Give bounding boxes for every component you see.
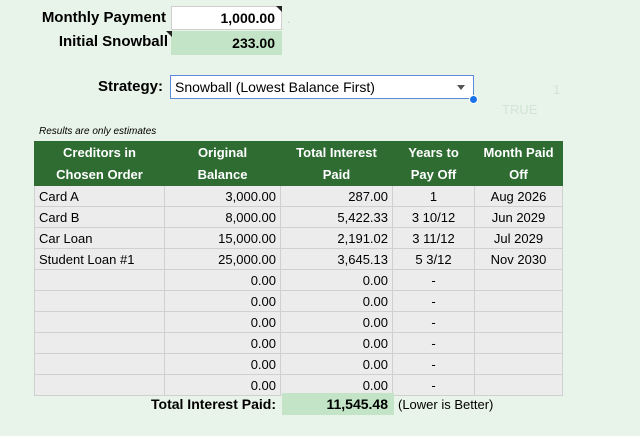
balance-cell[interactable]: 0.00 <box>164 269 281 291</box>
month-cell[interactable] <box>474 374 563 396</box>
creditor-cell[interactable] <box>34 374 165 396</box>
interest-cell[interactable]: 0.00 <box>280 269 393 291</box>
years-cell[interactable]: 3 11/12 <box>392 227 475 249</box>
years-cell[interactable]: - <box>392 290 475 312</box>
results-table: Creditors in Original Total Interest Yea… <box>34 141 563 396</box>
balance-cell[interactable]: 0.00 <box>164 353 281 375</box>
table-row: Card B 8,000.00 5,422.33 3 10/12 Jun 202… <box>34 206 563 228</box>
total-interest-value[interactable]: 11,545.48 <box>282 393 394 415</box>
interest-cell[interactable]: 0.00 <box>280 332 393 354</box>
chevron-down-icon <box>457 85 465 90</box>
balance-cell[interactable]: 25,000.00 <box>164 248 281 270</box>
table-row: Car Loan 15,000.00 2,191.02 3 11/12 Jul … <box>34 227 563 249</box>
balance-cell[interactable]: 8,000.00 <box>164 206 281 228</box>
header-cell: Chosen Order <box>34 163 165 186</box>
table-row: 0.00 0.00 - <box>34 332 563 354</box>
header-row-2: Chosen Order Balance Paid Pay Off Off <box>34 163 563 186</box>
creditor-cell[interactable]: Car Loan <box>34 227 165 249</box>
interest-cell[interactable]: 287.00 <box>280 185 393 207</box>
creditor-cell[interactable] <box>34 269 165 291</box>
month-cell[interactable] <box>474 290 563 312</box>
years-cell[interactable]: 3 10/12 <box>392 206 475 228</box>
interest-cell[interactable]: 0.00 <box>280 353 393 375</box>
monthly-payment-label: Monthly Payment <box>41 9 166 26</box>
strategy-dropdown[interactable]: Snowball (Lowest Balance First) <box>170 75 474 99</box>
note-marker-icon <box>276 6 282 12</box>
table-row: Student Loan #1 25,000.00 3,645.13 5 3/1… <box>34 248 563 270</box>
initial-snowball-input[interactable]: 233.00 <box>166 31 282 55</box>
creditor-cell[interactable] <box>34 353 165 375</box>
creditor-cell[interactable]: Card B <box>34 206 165 228</box>
years-cell[interactable]: - <box>392 269 475 291</box>
month-cell[interactable]: Nov 2030 <box>474 248 563 270</box>
header-cell: Paid <box>280 163 393 186</box>
years-cell[interactable]: - <box>392 332 475 354</box>
selection-handle[interactable] <box>469 95 478 104</box>
cell-dot: . <box>287 12 291 26</box>
table-row: 0.00 0.00 - <box>34 269 563 291</box>
balance-cell[interactable]: 0.00 <box>164 290 281 312</box>
table-row: Card A 3,000.00 287.00 1 Aug 2026 <box>34 185 563 207</box>
balance-cell[interactable]: 0.00 <box>164 332 281 354</box>
balance-cell[interactable]: 0.00 <box>164 374 281 396</box>
interest-cell[interactable]: 3,645.13 <box>280 248 393 270</box>
header-cell: Creditors in <box>34 141 165 164</box>
initial-snowball-label: Initial Snowball <box>58 33 168 50</box>
balance-cell[interactable]: 0.00 <box>164 311 281 333</box>
header-row-1: Creditors in Original Total Interest Yea… <box>34 141 563 164</box>
years-cell[interactable]: 1 <box>392 185 475 207</box>
header-cell: Total Interest <box>280 141 393 164</box>
ghost-true-text: TRUE <box>502 102 538 117</box>
header-cell: Original <box>164 141 281 164</box>
interest-cell[interactable]: 0.00 <box>280 290 393 312</box>
balance-cell[interactable]: 15,000.00 <box>164 227 281 249</box>
creditor-cell[interactable] <box>34 290 165 312</box>
interest-cell[interactable]: 5,422.33 <box>280 206 393 228</box>
strategy-selected-value: Snowball (Lowest Balance First) <box>175 79 375 95</box>
table-row: 0.00 0.00 - <box>34 311 563 333</box>
month-cell[interactable]: Aug 2026 <box>474 185 563 207</box>
estimate-note: Results are only estimates <box>39 126 157 137</box>
table-row: 0.00 0.00 - <box>34 290 563 312</box>
header-cell: Off <box>474 163 563 186</box>
creditor-cell[interactable] <box>34 311 165 333</box>
initial-snowball-value: 233.00 <box>232 35 275 51</box>
creditor-cell[interactable]: Student Loan #1 <box>34 248 165 270</box>
interest-cell[interactable]: 2,191.02 <box>280 227 393 249</box>
month-cell[interactable] <box>474 353 563 375</box>
years-cell[interactable]: - <box>392 374 475 396</box>
balance-cell[interactable]: 3,000.00 <box>164 185 281 207</box>
month-cell[interactable]: Jun 2029 <box>474 206 563 228</box>
month-cell[interactable]: Jul 2029 <box>474 227 563 249</box>
strategy-label: Strategy: <box>98 78 164 95</box>
month-cell[interactable] <box>474 332 563 354</box>
header-cell: Month Paid <box>474 141 563 164</box>
header-cell: Balance <box>164 163 281 186</box>
interest-cell[interactable]: 0.00 <box>280 311 393 333</box>
ghost-value: 1 <box>553 82 561 97</box>
monthly-payment-input[interactable]: 1,000.00 <box>171 6 282 30</box>
years-cell[interactable]: - <box>392 353 475 375</box>
monthly-payment-value: 1,000.00 <box>220 10 276 26</box>
years-cell[interactable]: - <box>392 311 475 333</box>
creditor-cell[interactable] <box>34 332 165 354</box>
table-row: 0.00 0.00 - <box>34 353 563 375</box>
month-cell[interactable] <box>474 269 563 291</box>
month-cell[interactable] <box>474 311 563 333</box>
years-cell[interactable]: 5 3/12 <box>392 248 475 270</box>
header-cell: Years to <box>392 141 475 164</box>
note-marker-icon <box>166 31 172 37</box>
total-interest-label: Total Interest Paid: <box>151 396 276 412</box>
total-interest-note: (Lower is Better) <box>398 397 494 412</box>
header-cell: Pay Off <box>392 163 475 186</box>
creditor-cell[interactable]: Card A <box>34 185 165 207</box>
